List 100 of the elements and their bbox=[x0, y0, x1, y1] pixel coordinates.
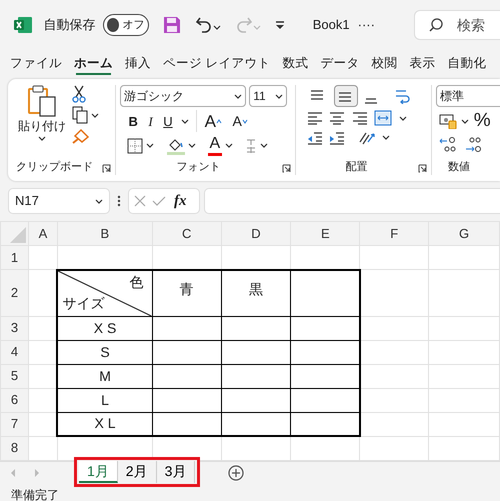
caret-icon[interactable] bbox=[38, 135, 46, 142]
check-icon[interactable] bbox=[152, 195, 166, 207]
add-sheet-icon[interactable] bbox=[228, 465, 244, 481]
scissors-icon[interactable] bbox=[72, 85, 86, 103]
underline-button[interactable]: U bbox=[161, 110, 175, 132]
column-header[interactable]: G bbox=[428, 222, 500, 246]
cell: X S bbox=[57, 316, 152, 340]
caret-icon[interactable] bbox=[188, 142, 196, 149]
dialog-launcher-icon[interactable] bbox=[282, 164, 291, 173]
align-right-icon[interactable] bbox=[352, 111, 368, 126]
search-icon bbox=[429, 18, 443, 32]
name-box[interactable]: N17 bbox=[8, 188, 110, 214]
column-header[interactable]: A bbox=[28, 222, 58, 246]
copy-icon[interactable] bbox=[72, 106, 88, 124]
search-field[interactable]: 検索 bbox=[414, 10, 500, 40]
font-name-select[interactable]: 游ゴシック bbox=[120, 85, 246, 107]
increase-indent-icon[interactable] bbox=[329, 130, 345, 144]
caret-icon[interactable] bbox=[181, 118, 190, 125]
accounting-format-icon[interactable] bbox=[439, 113, 458, 130]
row-header[interactable]: 1 bbox=[0, 246, 28, 270]
align-center-icon[interactable] bbox=[329, 111, 345, 126]
align-bottom-icon bbox=[363, 97, 379, 105]
up-caret-icon bbox=[216, 118, 222, 124]
status-text: 準備完了 bbox=[11, 487, 59, 501]
paste-button[interactable]: 貼り付け bbox=[12, 85, 72, 155]
clipboard-icon bbox=[27, 85, 57, 117]
cell: L bbox=[57, 388, 152, 412]
font-size-select[interactable]: 11 bbox=[249, 85, 288, 107]
cell: S bbox=[57, 340, 152, 364]
dialog-launcher-icon[interactable] bbox=[102, 164, 111, 173]
cell: X L bbox=[57, 412, 152, 436]
cell: 青 bbox=[152, 270, 222, 316]
group-label: クリップボード bbox=[15, 160, 94, 174]
caret-icon[interactable] bbox=[234, 92, 242, 100]
caret-icon[interactable] bbox=[95, 198, 103, 204]
ribbon-tab[interactable]: ホーム bbox=[68, 50, 119, 76]
column-header[interactable]: C bbox=[152, 222, 222, 246]
document-title: Book1 bbox=[312, 16, 350, 34]
ribbon-tab[interactable]: ファイル bbox=[4, 50, 68, 76]
number-format-select[interactable]: 標準 bbox=[436, 85, 500, 107]
cell: 黒 bbox=[221, 270, 291, 316]
align-middle-button[interactable] bbox=[334, 85, 358, 107]
formula-input[interactable] bbox=[204, 188, 500, 214]
column-header[interactable]: F bbox=[360, 222, 429, 246]
row-header[interactable]: 8 bbox=[0, 436, 28, 460]
cell: M bbox=[57, 364, 152, 388]
column-header[interactable]: E bbox=[290, 222, 360, 246]
decrease-decimal-icon[interactable] bbox=[464, 136, 482, 152]
column-header[interactable]: B bbox=[57, 222, 152, 246]
fill-color-icon[interactable] bbox=[167, 136, 185, 154]
insert-function-button[interactable]: fx bbox=[172, 190, 188, 212]
merge-center-icon[interactable] bbox=[374, 110, 392, 126]
column-header[interactable]: D bbox=[221, 222, 291, 246]
ribbon-tab[interactable]: 自動化 bbox=[441, 50, 492, 76]
ribbon-tab[interactable]: 校閲 bbox=[365, 50, 404, 76]
italic-button[interactable]: I bbox=[146, 110, 155, 132]
wrap-text-icon[interactable] bbox=[394, 88, 410, 104]
caret-icon[interactable] bbox=[398, 114, 406, 122]
row-header[interactable]: 6 bbox=[0, 388, 28, 412]
caret-icon[interactable] bbox=[382, 134, 390, 141]
group-label: 数値 bbox=[447, 160, 471, 174]
dialog-launcher-icon[interactable] bbox=[418, 164, 427, 173]
sheet-tab[interactable]: 1月 bbox=[79, 460, 118, 482]
increase-decimal-icon[interactable] bbox=[439, 136, 458, 152]
caret-icon[interactable] bbox=[225, 142, 234, 149]
ribbon-tab[interactable]: ページ レイアウト bbox=[157, 50, 276, 76]
more-text[interactable]: ···· bbox=[358, 15, 375, 35]
caret-icon[interactable] bbox=[460, 118, 468, 125]
align-left-icon[interactable] bbox=[306, 111, 322, 126]
caret-icon[interactable] bbox=[91, 112, 100, 119]
cell-text: サイズ bbox=[62, 294, 104, 312]
ribbon-tab[interactable]: 数式 bbox=[276, 50, 314, 76]
row-header[interactable]: 2 bbox=[0, 270, 28, 316]
bold-button[interactable]: B bbox=[126, 110, 140, 132]
save-icon[interactable] bbox=[163, 16, 182, 34]
ribbon-tab[interactable]: 表示 bbox=[403, 50, 442, 76]
undo-icon[interactable] bbox=[195, 16, 222, 34]
ribbon-tab[interactable]: 挿入 bbox=[119, 50, 157, 76]
grow-font-button[interactable]: A bbox=[196, 110, 224, 132]
group-label: 配置 bbox=[344, 160, 368, 174]
customize-icon[interactable] bbox=[275, 20, 286, 30]
caret-icon[interactable] bbox=[275, 92, 284, 100]
drag-handle-icon[interactable] bbox=[117, 195, 121, 207]
autosave-label: 自動保存 bbox=[43, 16, 96, 34]
font-color-button[interactable]: A bbox=[208, 136, 222, 156]
percent-button[interactable]: % bbox=[472, 110, 493, 132]
autosave-toggle[interactable]: オフ bbox=[103, 14, 150, 36]
decrease-indent-icon[interactable] bbox=[306, 130, 322, 144]
cell-text: 色 bbox=[130, 272, 144, 292]
caret-icon[interactable] bbox=[146, 142, 154, 149]
row-header[interactable]: 7 bbox=[0, 412, 28, 436]
row-header[interactable]: 5 bbox=[0, 364, 28, 388]
borders-icon[interactable] bbox=[126, 138, 142, 154]
shrink-font-button[interactable]: A bbox=[230, 110, 250, 132]
ribbon-tab[interactable]: データ bbox=[314, 50, 366, 76]
row-header[interactable]: 4 bbox=[0, 340, 28, 364]
down-caret-icon bbox=[242, 118, 248, 124]
caret-icon[interactable] bbox=[260, 142, 268, 149]
spreadsheet-app-icon bbox=[14, 17, 32, 33]
row-header[interactable]: 3 bbox=[0, 316, 28, 340]
